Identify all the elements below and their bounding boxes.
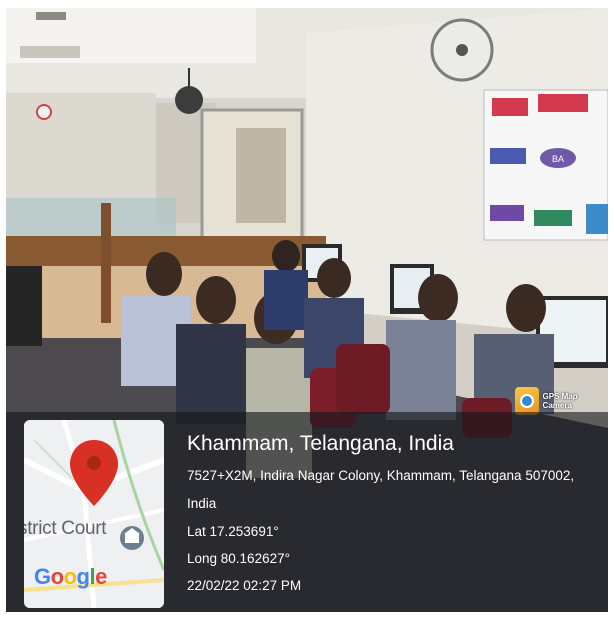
gps-map-camera-icon [515,387,539,415]
longitude: Long 80.162627° [187,551,290,566]
map-thumbnail: strict Court Google [24,420,164,608]
datetime: 22/02/22 02:27 PM [187,578,302,593]
address-line-1: 7527+X2M, Indira Nagar Colony, Khammam, … [187,468,575,483]
gps-map-camera-badge: GPS Map Camera [515,387,608,415]
board-center-label: BA [552,154,564,164]
gps-badge-label: GPS Map Camera [542,392,578,410]
google-logo-letter: o [50,564,64,589]
google-logo-letter: G [34,564,51,589]
courthouse-icon [120,526,144,550]
google-logo-letter: e [95,564,107,589]
address-line-2: India [187,496,217,511]
location-title: Khammam, Telangana, India [187,432,454,455]
map-place-label: strict Court [24,518,107,539]
google-logo-letter: o [63,564,77,589]
latitude: Lat 17.253691° [187,524,279,539]
google-logo-letter: g [76,564,90,589]
google-logo: Google [34,564,107,590]
